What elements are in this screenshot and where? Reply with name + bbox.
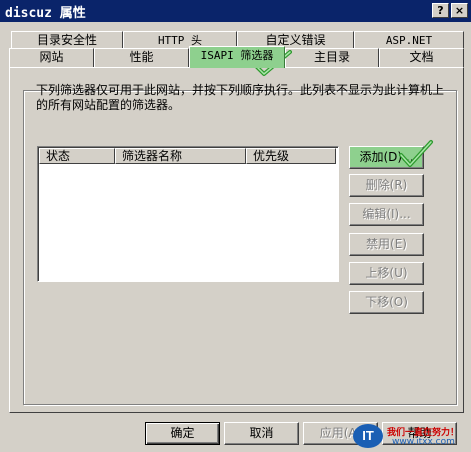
properties-dialog: discuz 属性 ? × 目录安全性 HTTP 头 自定义错误 ASP.NET… — [0, 0, 471, 452]
remove-button[interactable]: 删除(R) — [349, 174, 424, 197]
tab-documents[interactable]: 文档 — [379, 48, 464, 67]
tab-performance[interactable]: 性能 — [94, 48, 189, 67]
column-header-filter-name[interactable]: 筛选器名称 — [115, 148, 246, 164]
ok-button[interactable]: 确定 — [145, 422, 220, 445]
tab-website[interactable]: 网站 — [9, 48, 94, 67]
filters-list[interactable]: 状态 筛选器名称 优先级 — [37, 146, 339, 282]
disable-button[interactable]: 禁用(E) — [349, 233, 424, 256]
close-button[interactable]: × — [451, 3, 468, 18]
filters-description: 下列筛选器仅可用于此网站，并按下列顺序执行。此列表不显示为此计算机上的所有网站配… — [36, 83, 445, 112]
cancel-button[interactable]: 取消 — [224, 422, 299, 445]
watermark-url: www.itxx.com — [392, 437, 455, 447]
title-bar: discuz 属性 ? × — [0, 0, 471, 22]
checkmark-icon — [399, 140, 433, 167]
help-title-button[interactable]: ? — [432, 3, 449, 18]
column-header-priority[interactable]: 优先级 — [246, 148, 336, 164]
watermark-logo: IT — [353, 424, 383, 448]
move-down-button[interactable]: 下移(O) — [349, 291, 424, 314]
tab-home-directory[interactable]: 主目录 — [285, 48, 379, 67]
column-header-status[interactable]: 状态 — [39, 148, 115, 164]
tab-isapi-filters[interactable]: ISAPI 筛选器 — [189, 46, 285, 68]
edit-button[interactable]: 编辑(I)... — [349, 203, 424, 226]
window-title: discuz 属性 — [5, 5, 86, 21]
move-up-button[interactable]: 上移(U) — [349, 262, 424, 285]
